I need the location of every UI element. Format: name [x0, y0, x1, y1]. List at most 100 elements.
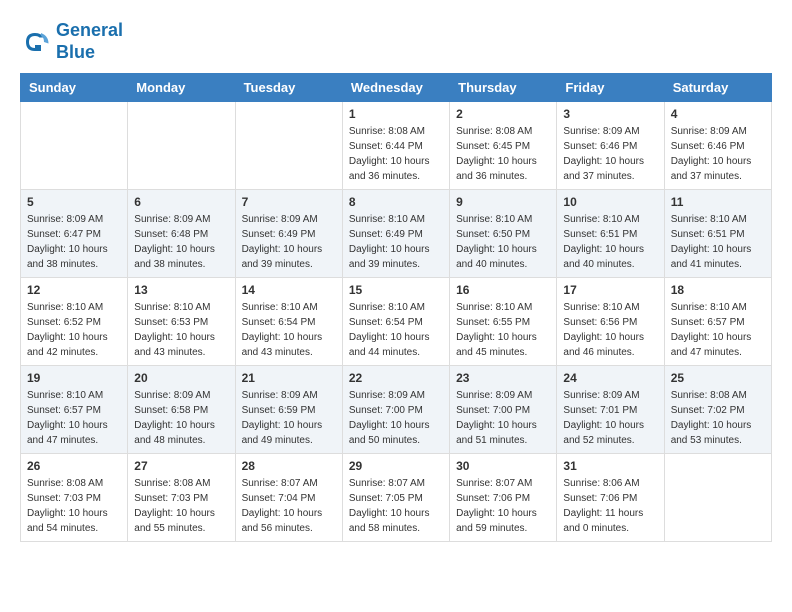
day-info: Sunrise: 8:09 AM Sunset: 6:47 PM Dayligh…	[27, 212, 121, 272]
calendar-week-row: 1Sunrise: 8:08 AM Sunset: 6:44 PM Daylig…	[21, 102, 772, 190]
day-info: Sunrise: 8:10 AM Sunset: 6:49 PM Dayligh…	[349, 212, 443, 272]
calendar-week-row: 12Sunrise: 8:10 AM Sunset: 6:52 PM Dayli…	[21, 278, 772, 366]
day-info: Sunrise: 8:10 AM Sunset: 6:55 PM Dayligh…	[456, 300, 550, 360]
weekday-header: Monday	[128, 74, 235, 102]
day-info: Sunrise: 8:10 AM Sunset: 6:57 PM Dayligh…	[27, 388, 121, 448]
calendar-table: SundayMondayTuesdayWednesdayThursdayFrid…	[20, 73, 772, 542]
calendar-cell: 8 Sunrise: 8:10 AM Sunset: 6:49 PM Daylig…	[342, 190, 449, 278]
day-info: Sunrise: 8:09 AM Sunset: 7:00 PM Dayligh…	[456, 388, 550, 448]
day-info: Sunrise: 8:08 AM Sunset: 6:45 PM Dayligh…	[456, 124, 550, 184]
day-number: 23	[456, 371, 550, 385]
calendar-cell: 6 Sunrise: 8:09 AM Sunset: 6:48 PM Daylig…	[128, 190, 235, 278]
day-number: 17	[563, 283, 657, 297]
day-info: Sunrise: 8:10 AM Sunset: 6:50 PM Dayligh…	[456, 212, 550, 272]
day-number: 10	[563, 195, 657, 209]
calendar-cell: 1Sunrise: 8:08 AM Sunset: 6:44 PM Daylig…	[342, 102, 449, 190]
calendar-cell: 29Sunrise: 8:07 AM Sunset: 7:05 PM Dayli…	[342, 454, 449, 542]
calendar-cell: 23 Sunrise: 8:09 AM Sunset: 7:00 PM Dayli…	[450, 366, 557, 454]
calendar-week-row: 5Sunrise: 8:09 AM Sunset: 6:47 PM Daylig…	[21, 190, 772, 278]
day-number: 14	[242, 283, 336, 297]
day-info: Sunrise: 8:10 AM Sunset: 6:57 PM Dayligh…	[671, 300, 765, 360]
calendar-cell: 25 Sunrise: 8:08 AM Sunset: 7:02 PM Dayli…	[664, 366, 771, 454]
day-number: 29	[349, 459, 443, 473]
day-info: Sunrise: 8:08 AM Sunset: 7:03 PM Dayligh…	[27, 476, 121, 536]
weekday-header: Thursday	[450, 74, 557, 102]
day-info: Sunrise: 8:08 AM Sunset: 6:44 PM Dayligh…	[349, 124, 443, 184]
day-info: Sunrise: 8:10 AM Sunset: 6:54 PM Dayligh…	[242, 300, 336, 360]
day-info: Sunrise: 8:10 AM Sunset: 6:52 PM Dayligh…	[27, 300, 121, 360]
calendar-cell	[21, 102, 128, 190]
day-number: 31	[563, 459, 657, 473]
logo: General Blue	[20, 20, 123, 63]
calendar-cell: 19 Sunrise: 8:10 AM Sunset: 6:57 PM Dayli…	[21, 366, 128, 454]
day-info: Sunrise: 8:09 AM Sunset: 6:49 PM Dayligh…	[242, 212, 336, 272]
day-number: 25	[671, 371, 765, 385]
calendar-cell: 3 Sunrise: 8:09 AM Sunset: 6:46 PM Daylig…	[557, 102, 664, 190]
day-info: Sunrise: 8:10 AM Sunset: 6:54 PM Dayligh…	[349, 300, 443, 360]
calendar-cell: 31 Sunrise: 8:06 AM Sunset: 7:06 PM Dayli…	[557, 454, 664, 542]
day-info: Sunrise: 8:10 AM Sunset: 6:51 PM Dayligh…	[671, 212, 765, 272]
calendar-cell: 5Sunrise: 8:09 AM Sunset: 6:47 PM Daylig…	[21, 190, 128, 278]
day-number: 21	[242, 371, 336, 385]
day-number: 8	[349, 195, 443, 209]
logo-icon	[20, 27, 50, 57]
day-number: 6	[134, 195, 228, 209]
calendar-cell: 2 Sunrise: 8:08 AM Sunset: 6:45 PM Daylig…	[450, 102, 557, 190]
weekday-header: Sunday	[21, 74, 128, 102]
calendar-cell: 30 Sunrise: 8:07 AM Sunset: 7:06 PM Dayli…	[450, 454, 557, 542]
weekday-header: Friday	[557, 74, 664, 102]
calendar-week-row: 26Sunrise: 8:08 AM Sunset: 7:03 PM Dayli…	[21, 454, 772, 542]
day-info: Sunrise: 8:09 AM Sunset: 6:46 PM Dayligh…	[563, 124, 657, 184]
calendar-cell: 10Sunrise: 8:10 AM Sunset: 6:51 PM Dayli…	[557, 190, 664, 278]
day-number: 4	[671, 107, 765, 121]
day-number: 2	[456, 107, 550, 121]
day-info: Sunrise: 8:09 AM Sunset: 6:46 PM Dayligh…	[671, 124, 765, 184]
calendar-cell: 17 Sunrise: 8:10 AM Sunset: 6:56 PM Dayli…	[557, 278, 664, 366]
calendar-cell: 16 Sunrise: 8:10 AM Sunset: 6:55 PM Dayli…	[450, 278, 557, 366]
calendar-cell: 4 Sunrise: 8:09 AM Sunset: 6:46 PM Daylig…	[664, 102, 771, 190]
day-info: Sunrise: 8:09 AM Sunset: 7:01 PM Dayligh…	[563, 388, 657, 448]
calendar-cell: 9 Sunrise: 8:10 AM Sunset: 6:50 PM Daylig…	[450, 190, 557, 278]
day-number: 13	[134, 283, 228, 297]
calendar-cell: 26Sunrise: 8:08 AM Sunset: 7:03 PM Dayli…	[21, 454, 128, 542]
day-number: 9	[456, 195, 550, 209]
day-number: 3	[563, 107, 657, 121]
calendar-cell	[664, 454, 771, 542]
calendar-cell	[128, 102, 235, 190]
day-info: Sunrise: 8:09 AM Sunset: 7:00 PM Dayligh…	[349, 388, 443, 448]
day-info: Sunrise: 8:10 AM Sunset: 6:56 PM Dayligh…	[563, 300, 657, 360]
weekday-header: Tuesday	[235, 74, 342, 102]
day-number: 30	[456, 459, 550, 473]
calendar-cell: 22 Sunrise: 8:09 AM Sunset: 7:00 PM Dayli…	[342, 366, 449, 454]
day-number: 16	[456, 283, 550, 297]
calendar-cell: 24 Sunrise: 8:09 AM Sunset: 7:01 PM Dayli…	[557, 366, 664, 454]
weekday-header: Saturday	[664, 74, 771, 102]
day-info: Sunrise: 8:07 AM Sunset: 7:04 PM Dayligh…	[242, 476, 336, 536]
calendar-cell: 15 Sunrise: 8:10 AM Sunset: 6:54 PM Dayli…	[342, 278, 449, 366]
day-number: 11	[671, 195, 765, 209]
calendar-cell: 12Sunrise: 8:10 AM Sunset: 6:52 PM Dayli…	[21, 278, 128, 366]
day-number: 18	[671, 283, 765, 297]
day-info: Sunrise: 8:07 AM Sunset: 7:06 PM Dayligh…	[456, 476, 550, 536]
calendar-cell: 13 Sunrise: 8:10 AM Sunset: 6:53 PM Dayli…	[128, 278, 235, 366]
calendar-cell: 14 Sunrise: 8:10 AM Sunset: 6:54 PM Dayli…	[235, 278, 342, 366]
calendar-cell	[235, 102, 342, 190]
logo-text: General Blue	[56, 20, 123, 63]
page-header: General Blue	[20, 20, 772, 63]
day-info: Sunrise: 8:06 AM Sunset: 7:06 PM Dayligh…	[563, 476, 657, 536]
day-number: 28	[242, 459, 336, 473]
calendar-cell: 27Sunrise: 8:08 AM Sunset: 7:03 PM Dayli…	[128, 454, 235, 542]
day-number: 24	[563, 371, 657, 385]
day-info: Sunrise: 8:09 AM Sunset: 6:48 PM Dayligh…	[134, 212, 228, 272]
day-number: 27	[134, 459, 228, 473]
day-number: 19	[27, 371, 121, 385]
day-number: 22	[349, 371, 443, 385]
calendar-cell: 18 Sunrise: 8:10 AM Sunset: 6:57 PM Dayli…	[664, 278, 771, 366]
day-number: 20	[134, 371, 228, 385]
weekday-header: Wednesday	[342, 74, 449, 102]
calendar-cell: 7Sunrise: 8:09 AM Sunset: 6:49 PM Daylig…	[235, 190, 342, 278]
day-info: Sunrise: 8:10 AM Sunset: 6:53 PM Dayligh…	[134, 300, 228, 360]
day-number: 15	[349, 283, 443, 297]
calendar-cell: 28 Sunrise: 8:07 AM Sunset: 7:04 PM Dayli…	[235, 454, 342, 542]
day-info: Sunrise: 8:08 AM Sunset: 7:02 PM Dayligh…	[671, 388, 765, 448]
